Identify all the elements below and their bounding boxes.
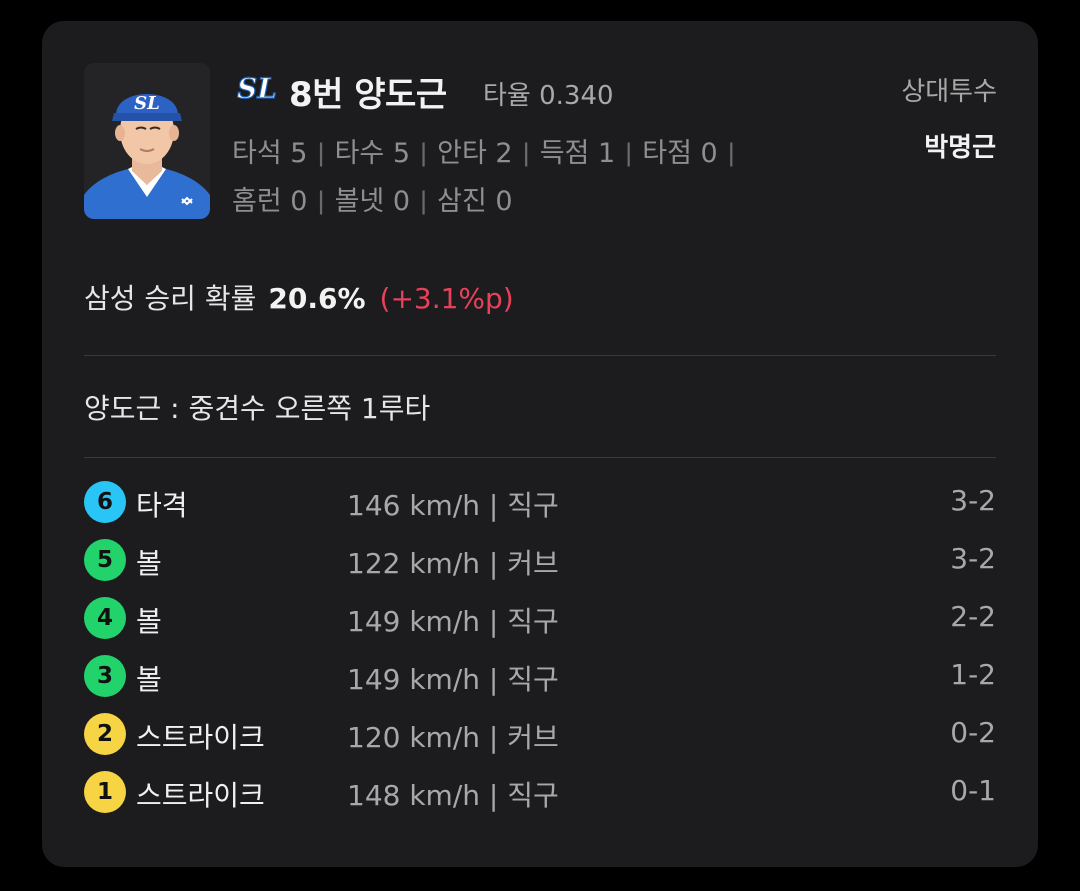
pitch-speed-type: 149 km/h | 직구 bbox=[347, 663, 559, 696]
pitch-speed-type: 122 km/h | 커브 bbox=[347, 547, 559, 580]
pitch-number-badge: 6 bbox=[84, 481, 126, 523]
pitch-number-badge: 1 bbox=[84, 771, 126, 813]
opponent-pitcher-label: 상대투수 bbox=[901, 77, 997, 107]
pitch-result: 스트라이크 bbox=[136, 779, 265, 812]
stat-ab: 타수 5 bbox=[334, 138, 411, 169]
pitch-row[interactable]: 1 스트라이크 148 km/h | 직구 0-1 bbox=[84, 770, 996, 814]
opponent-pitcher-name[interactable]: 박명근 bbox=[924, 127, 996, 164]
pitch-result: 스트라이크 bbox=[136, 721, 265, 754]
pitch-result: 타격 bbox=[136, 489, 188, 522]
stat-rbi: 타점 0 bbox=[642, 138, 718, 169]
win-probability-value: 20.6% bbox=[268, 282, 366, 315]
pitch-row[interactable]: 3 볼 149 km/h | 직구 1-2 bbox=[84, 654, 996, 698]
stat-hits: 안타 2 bbox=[437, 138, 513, 169]
pitch-result: 볼 bbox=[136, 663, 162, 696]
divider bbox=[84, 355, 996, 356]
at-bat-card: SL SL 8번 양도근 타율 0.340 상대투수 박명근 타석 5 | 타수 5… bbox=[42, 21, 1038, 867]
player-photo: SL bbox=[84, 63, 210, 219]
pitch-speed-type: 146 km/h | 직구 bbox=[347, 489, 559, 522]
pitch-count: 3-2 bbox=[950, 542, 996, 575]
pitch-speed-type: 149 km/h | 직구 bbox=[347, 605, 559, 638]
pitch-row[interactable]: 5 볼 122 km/h | 커브 3-2 bbox=[84, 538, 996, 582]
stats-line-1: 타석 5 | 타수 5 | 안타 2 | 득점 1 | 타점 0 | bbox=[232, 138, 736, 169]
samsung-lions-logo-icon: SL bbox=[236, 65, 277, 109]
pitch-count: 1-2 bbox=[950, 658, 996, 691]
stat-runs: 득점 1 bbox=[539, 138, 616, 169]
win-probability-delta: (+3.1%p) bbox=[379, 282, 514, 315]
stat-so: 삼진 0 bbox=[437, 186, 513, 217]
pitch-row[interactable]: 4 볼 149 km/h | 직구 2-2 bbox=[84, 596, 996, 640]
stat-hr: 홈런 0 bbox=[232, 186, 308, 217]
play-description: 양도근 : 중견수 오른쪽 1루타 bbox=[84, 392, 431, 425]
stat-pa: 타석 5 bbox=[232, 138, 308, 169]
pitch-count: 3-2 bbox=[950, 484, 996, 517]
pitch-number-badge: 5 bbox=[84, 539, 126, 581]
batting-average: 타율 0.340 bbox=[483, 81, 614, 111]
pitch-row[interactable]: 2 스트라이크 120 km/h | 커브 0-2 bbox=[84, 712, 996, 756]
pitch-speed-type: 120 km/h | 커브 bbox=[347, 721, 559, 754]
divider bbox=[84, 457, 996, 458]
pitch-number-badge: 3 bbox=[84, 655, 126, 697]
pitch-speed-type: 148 km/h | 직구 bbox=[347, 779, 559, 812]
svg-text:SL: SL bbox=[134, 93, 160, 114]
pitch-count: 2-2 bbox=[950, 600, 996, 633]
player-name: 8번 양도근 bbox=[289, 75, 447, 115]
player-header: SL 8번 양도근 타율 0.340 상대투수 bbox=[236, 65, 997, 115]
pitch-row[interactable]: 6 타격 146 km/h | 직구 3-2 bbox=[84, 480, 996, 524]
win-probability-label: 삼성 승리 확률 bbox=[84, 282, 257, 315]
stat-bb: 볼넷 0 bbox=[334, 186, 411, 217]
pitch-result: 볼 bbox=[136, 605, 162, 638]
pitch-count: 0-2 bbox=[950, 716, 996, 749]
pitch-number-badge: 2 bbox=[84, 713, 126, 755]
svg-text:SL: SL bbox=[237, 72, 277, 105]
stats-line-2: 홈런 0 | 볼넷 0 | 삼진 0 bbox=[232, 186, 513, 217]
pitch-count: 0-1 bbox=[950, 774, 996, 807]
pitch-number-badge: 4 bbox=[84, 597, 126, 639]
pitch-result: 볼 bbox=[136, 547, 162, 580]
win-probability: 삼성 승리 확률 20.6% (+3.1%p) bbox=[84, 277, 514, 317]
